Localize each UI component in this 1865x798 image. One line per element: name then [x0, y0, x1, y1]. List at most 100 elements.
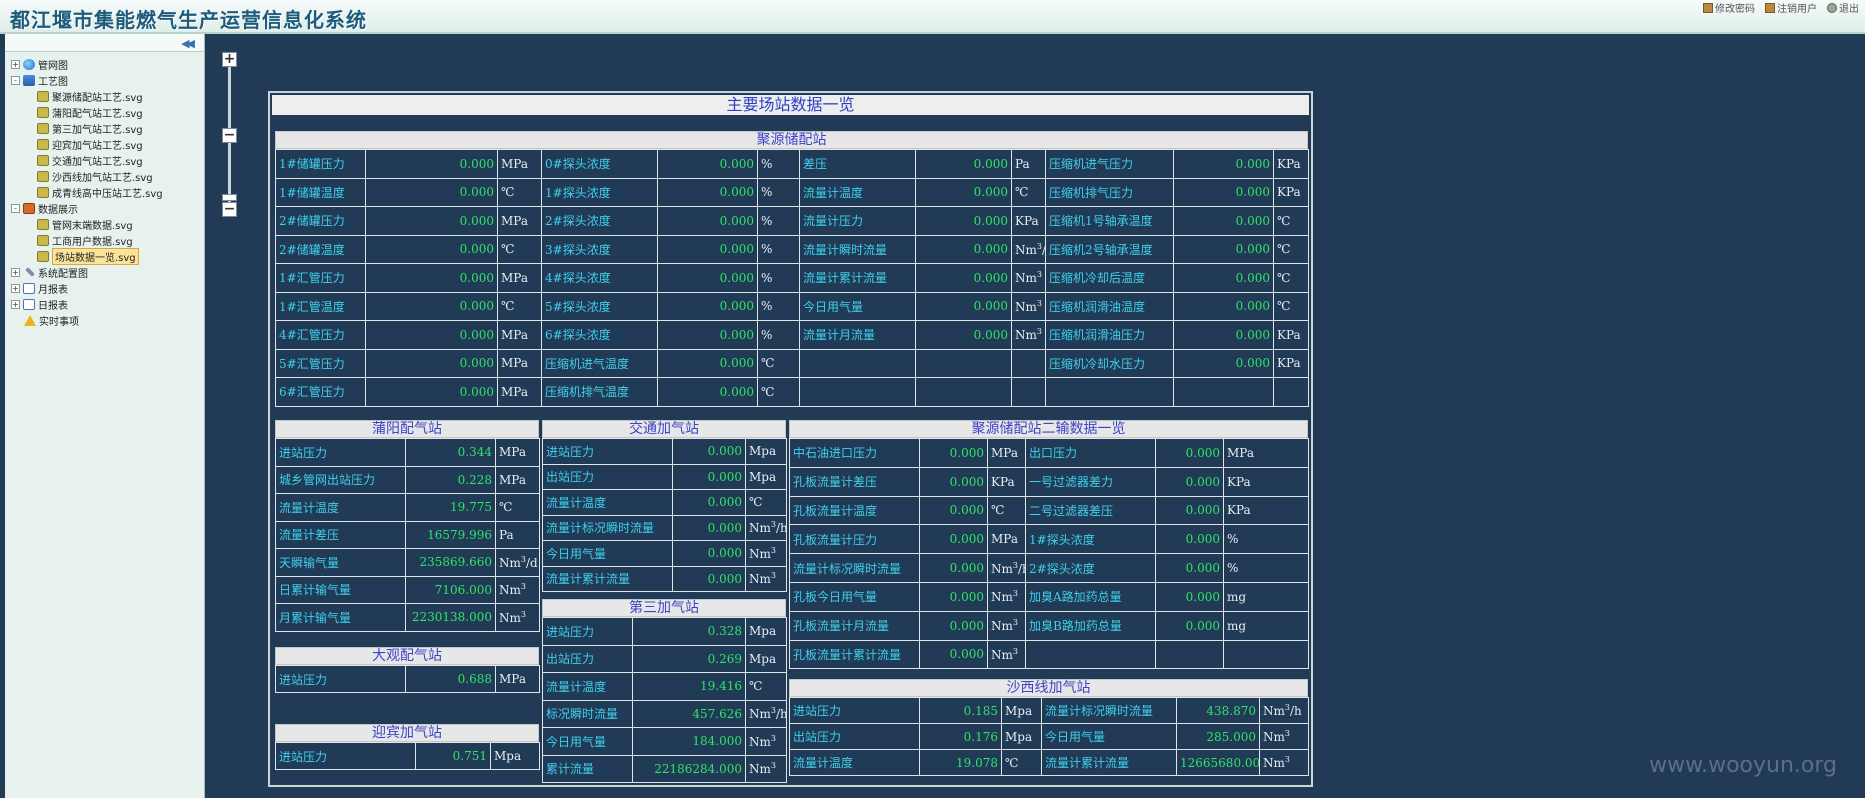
- field-label: 出站压力: [789, 723, 920, 750]
- expand-icon[interactable]: +: [11, 283, 20, 293]
- collapse-sidebar-icon[interactable]: ◀◀: [181, 37, 195, 50]
- zoom-slider-handle[interactable]: [222, 194, 237, 201]
- field-unit: mg: [1223, 610, 1309, 641]
- field-value: 19.775: [405, 493, 496, 522]
- tree-node-label: 管网末端数据.svg: [52, 220, 133, 232]
- tree-node[interactable]: 聚源储配站工艺.svg: [5, 88, 204, 104]
- field-value: 0.000: [1173, 320, 1274, 350]
- field-label: 出站压力: [542, 463, 673, 490]
- field-label: 压缩机排气压力: [1045, 177, 1174, 207]
- field-value: 0.000: [915, 234, 1012, 264]
- tree-node[interactable]: - 工艺图: [5, 72, 204, 88]
- field-label: [1025, 639, 1156, 670]
- zoom-in-button[interactable]: +: [222, 52, 237, 67]
- field-value: 0.000: [365, 291, 498, 321]
- tree-node[interactable]: 迎宾加气站工艺.svg: [5, 136, 204, 152]
- collapse-icon[interactable]: -: [11, 203, 20, 213]
- tree-node-label: 月报表: [38, 284, 68, 296]
- field-label: 出口压力: [1025, 438, 1156, 468]
- field-label: 孔板流量计压力: [789, 524, 920, 555]
- tree-node[interactable]: 场站数据一览.svg: [5, 247, 204, 265]
- field-value: 0.269: [632, 644, 746, 673]
- field-value: 0.000: [1155, 466, 1224, 497]
- table-row: 流量计差压 16579.996 Pa: [275, 520, 540, 549]
- tree-node[interactable]: + 系统配置图: [5, 264, 204, 280]
- daguan-table: 进站压力 0.688 MPa: [275, 665, 540, 693]
- field-unit: [1223, 639, 1309, 670]
- yingbin-table: 进站压力 0.751 Mpa: [275, 742, 540, 770]
- field-label: 进站压力: [542, 438, 673, 465]
- field-unit: %: [757, 206, 800, 236]
- field-unit: ℃: [1273, 291, 1309, 321]
- tree-node[interactable]: 管网末端数据.svg: [5, 216, 204, 232]
- juyuan2-table: 中石油进口压力 0.000 MPa 出口压力 0.000 MPa 孔板流量计差压 0.000 K…: [789, 438, 1309, 670]
- field-value: 16579.996: [405, 520, 496, 549]
- doc-icon: [23, 282, 35, 294]
- tree-node[interactable]: + 月报表: [5, 280, 204, 296]
- zoom-mid-button[interactable]: −: [222, 128, 237, 143]
- field-value: 0.000: [1155, 553, 1224, 583]
- field-label: 压缩机润滑油压力: [1045, 320, 1174, 350]
- field-label: 2#储罐压力: [275, 206, 366, 236]
- section-title: 大观配气站: [275, 647, 539, 665]
- tree-node[interactable]: 沙西线加气站工艺.svg: [5, 168, 204, 184]
- field-unit: Mpa: [1001, 723, 1042, 750]
- panel-title: 主要场站数据一览: [272, 95, 1309, 115]
- expand-icon[interactable]: +: [11, 267, 20, 277]
- tree-node[interactable]: 交通加气站工艺.svg: [5, 152, 204, 168]
- field-label: 流量计标况瞬时流量: [1041, 697, 1177, 724]
- field-label: 今日用气量: [542, 540, 673, 567]
- table-row: 月累计输气量 2230138.000 Nm3: [275, 603, 540, 632]
- field-label: 日累计输气量: [275, 575, 406, 604]
- field-value: 0.000: [657, 348, 758, 378]
- tree-node[interactable]: + 日报表: [5, 296, 204, 312]
- juyuan2-section: 聚源储配站二输数据一览 中石油进口压力 0.000 MPa 出口压力 0.000 MPa 孔…: [789, 420, 1309, 670]
- logout-link[interactable]: 注销用户: [1765, 0, 1817, 15]
- field-label: 进站压力: [275, 438, 406, 467]
- field-unit: %: [1223, 524, 1309, 555]
- tree-node[interactable]: 实时事项: [5, 312, 204, 328]
- tree-node[interactable]: + 管网图: [5, 56, 204, 72]
- field-label: 加臭A路加药总量: [1025, 581, 1156, 612]
- field-label: 中石油进口压力: [789, 438, 920, 468]
- puyang-table: 进站压力 0.344 MPa 城乡管网出站压力 0.228 MPa 流量计温度 19.775 ℃…: [275, 438, 540, 632]
- field-value: 0.000: [915, 263, 1012, 293]
- tree-node[interactable]: 蒲阳配气站工艺.svg: [5, 104, 204, 120]
- app-title: 都江堰市集能燃气生产运营信息化系统: [10, 8, 367, 32]
- field-label: 流量计累计流量: [1041, 749, 1177, 776]
- field-unit: MPa: [497, 377, 542, 407]
- change-password-link[interactable]: 修改密码: [1703, 0, 1755, 15]
- field-value: [1155, 639, 1224, 670]
- field-unit: Nm3: [1259, 723, 1309, 750]
- net-icon: [23, 74, 35, 86]
- expand-icon[interactable]: +: [11, 59, 20, 69]
- tree-node[interactable]: - 数据展示: [5, 200, 204, 216]
- tree-node[interactable]: 第三加气站工艺.svg: [5, 120, 204, 136]
- field-unit: Nm3: [987, 610, 1026, 641]
- field-unit: Mpa: [745, 644, 787, 673]
- field-unit: Mpa: [745, 463, 787, 490]
- field-unit: Nm3/h: [745, 699, 787, 728]
- field-label: 进站压力: [275, 665, 406, 693]
- field-label: 压缩机冷却水压力: [1045, 348, 1174, 378]
- sidebar-toolbar: ◀◀: [5, 34, 204, 52]
- field-label: 差压: [799, 149, 916, 179]
- field-label: 压缩机进气压力: [1045, 149, 1174, 179]
- tree-node[interactable]: 成青线高中压站工艺.svg: [5, 184, 204, 200]
- table-row: 4#汇管压力 0.000 MPa 6#探头浓度 0.000% 流量计月流量 0.000 Nm3…: [275, 320, 1309, 350]
- tree-node[interactable]: 工商用户数据.svg: [5, 232, 204, 248]
- watermark: www.wooyun.org: [1649, 753, 1837, 778]
- field-unit: %: [757, 177, 800, 207]
- collapse-icon[interactable]: -: [11, 75, 20, 85]
- table-row: 流量计温度 19.416 ℃: [542, 672, 787, 701]
- zoom-out-button[interactable]: −: [222, 202, 237, 217]
- tree-node-label: 系统配置图: [38, 268, 88, 280]
- expand-icon[interactable]: +: [11, 299, 20, 309]
- user-icon: [1765, 2, 1775, 13]
- field-unit: %: [757, 320, 800, 350]
- field-unit: KPa: [1273, 320, 1309, 350]
- field-value: 2230138.000: [405, 603, 496, 632]
- table-row: 中石油进口压力 0.000 MPa 出口压力 0.000 MPa: [789, 438, 1309, 468]
- table-row: 出站压力 0.269 Mpa: [542, 644, 787, 673]
- exit-link[interactable]: 退出: [1827, 0, 1859, 15]
